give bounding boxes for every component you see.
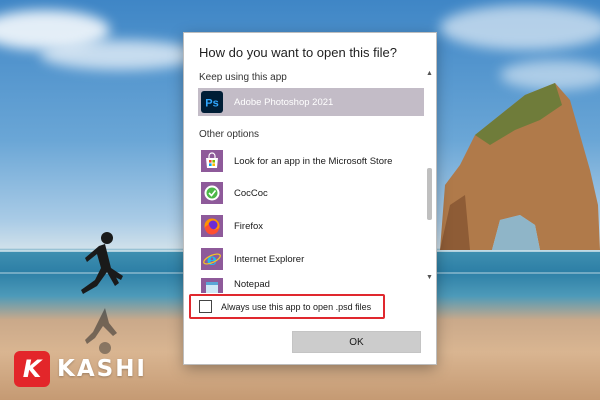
coccoc-icon bbox=[201, 182, 223, 204]
open-with-dialog: How do you want to open this file? Keep … bbox=[184, 33, 436, 364]
app-label: Adobe Photoshop 2021 bbox=[234, 96, 334, 108]
kashi-logo: K KASHI bbox=[14, 351, 147, 387]
app-option-firefox[interactable]: Firefox bbox=[198, 212, 424, 240]
app-option-microsoft-store[interactable]: Look for an app in the Microsoft Store bbox=[198, 147, 424, 175]
options-scrollbar[interactable]: ▲ ▼ bbox=[425, 70, 434, 282]
internet-explorer-icon: e bbox=[201, 248, 223, 270]
keep-using-label: Keep using this app bbox=[199, 72, 287, 83]
rock-arch-image bbox=[440, 83, 600, 250]
ok-button[interactable]: OK bbox=[292, 331, 421, 353]
svg-text:Ps: Ps bbox=[205, 98, 218, 110]
always-use-checkbox[interactable] bbox=[199, 300, 212, 313]
always-use-label[interactable]: Always use this app to open .psd files bbox=[221, 302, 371, 312]
microsoft-store-icon bbox=[201, 150, 223, 172]
photoshop-icon: Ps bbox=[201, 91, 223, 113]
app-label: Internet Explorer bbox=[234, 253, 305, 265]
dialog-title: How do you want to open this file? bbox=[199, 45, 398, 60]
app-option-photoshop[interactable]: Ps Adobe Photoshop 2021 bbox=[198, 88, 424, 116]
app-label: Look for an app in the Microsoft Store bbox=[234, 155, 393, 167]
app-label: Firefox bbox=[234, 220, 264, 232]
scroll-down-icon[interactable]: ▼ bbox=[425, 274, 434, 282]
firefox-icon bbox=[201, 215, 223, 237]
always-use-highlight: Always use this app to open .psd files bbox=[189, 294, 385, 319]
notepad-icon bbox=[201, 278, 223, 293]
logo-text: KASHI bbox=[57, 356, 147, 382]
svg-text:e: e bbox=[207, 250, 217, 269]
app-label: Notepad bbox=[234, 278, 270, 290]
scroll-up-icon[interactable]: ▲ bbox=[425, 70, 434, 78]
app-label: CocCoc bbox=[234, 187, 268, 199]
cloud bbox=[40, 40, 200, 70]
app-option-internet-explorer[interactable]: e Internet Explorer bbox=[198, 245, 424, 273]
other-options-label: Other options bbox=[199, 129, 260, 140]
logo-badge: K bbox=[14, 351, 50, 387]
app-option-notepad[interactable]: Notepad bbox=[198, 275, 424, 293]
scroll-thumb[interactable] bbox=[427, 168, 432, 220]
cloud bbox=[440, 5, 600, 50]
app-option-coccoc[interactable]: CocCoc bbox=[198, 179, 424, 207]
